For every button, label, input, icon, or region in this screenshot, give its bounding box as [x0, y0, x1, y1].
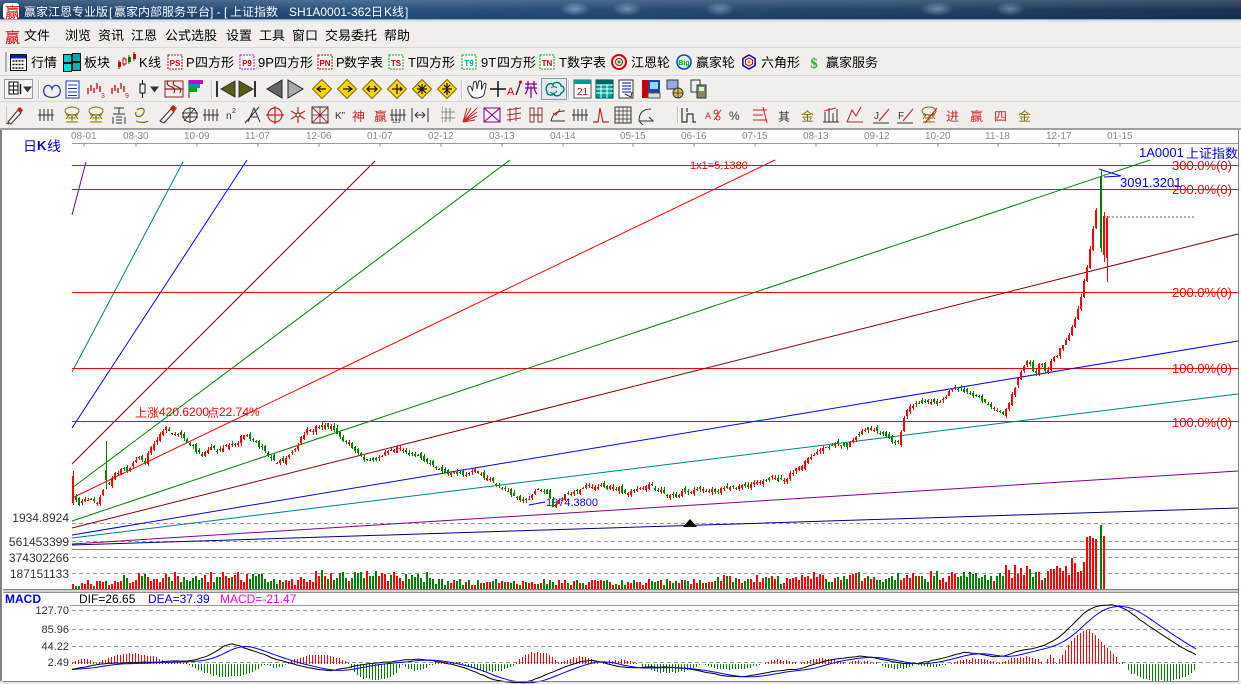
svg-text:K”: K” [335, 111, 345, 122]
svg-text:P9: P9 [242, 59, 252, 68]
svg-text:2: 2 [232, 108, 236, 115]
svg-text:PN: PN [319, 59, 330, 68]
svg-text:TN: TN [542, 59, 553, 68]
svg-text:3: 3 [101, 93, 105, 100]
svg-text:n: n [226, 111, 232, 122]
svg-text:T9: T9 [464, 59, 474, 68]
svg-text:J: J [874, 111, 879, 122]
svg-text:9: 9 [125, 93, 129, 100]
svg-text:PS: PS [170, 59, 181, 68]
svg-text:123: 123 [392, 119, 401, 125]
svg-text:21: 21 [577, 87, 589, 98]
svg-text:Big: Big [678, 60, 689, 67]
svg-text:TS: TS [391, 59, 402, 68]
svg-text:A: A [507, 86, 515, 98]
svg-text:%: % [729, 109, 740, 123]
svg-text:$: $ [810, 56, 818, 72]
svg-text:A: A [705, 111, 711, 121]
